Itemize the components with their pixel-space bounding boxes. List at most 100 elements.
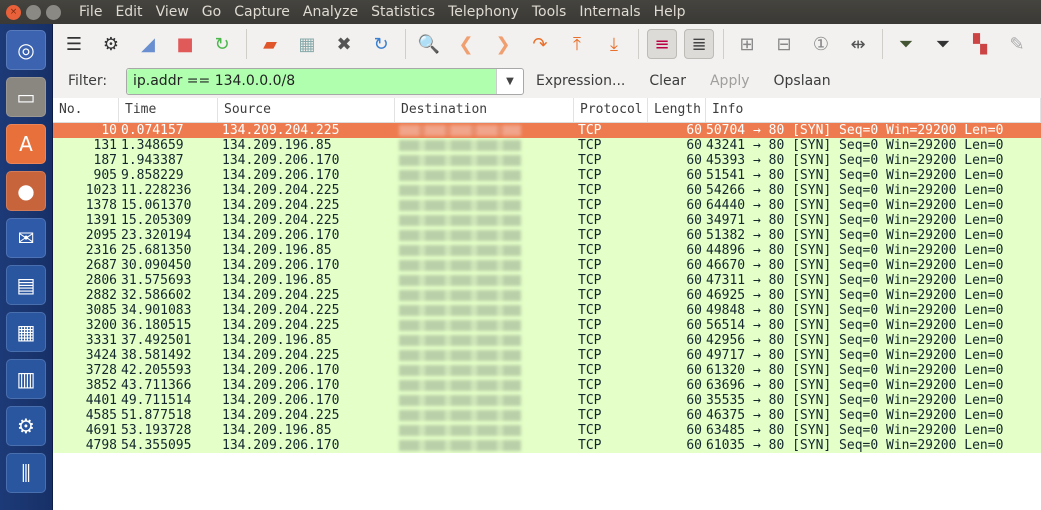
packet-protocol: TCP xyxy=(578,438,602,453)
expression-button[interactable]: Expression... xyxy=(536,73,625,89)
packet-row[interactable]: 1378 15.061370 134.209.204.225 TCP 60 64440 →… xyxy=(53,198,1041,213)
clear-button[interactable]: Clear xyxy=(649,73,686,89)
stop-capture-icon[interactable]: ■ xyxy=(170,29,200,59)
packet-row[interactable]: 2095 23.320194 134.209.206.170 TCP 60 51382 →… xyxy=(53,228,1041,243)
menu-edit[interactable]: Edit xyxy=(115,4,142,20)
auto-scroll-icon[interactable]: ≣ xyxy=(684,29,714,59)
packet-source: 134.209.196.85 xyxy=(222,423,332,438)
menu-internals[interactable]: Internals xyxy=(579,4,640,20)
packet-length: 60 xyxy=(686,243,702,258)
menu-help[interactable]: Help xyxy=(654,4,686,20)
column-header-info[interactable]: Info xyxy=(706,98,1041,122)
launcher-thunderbird-icon[interactable]: ✉ xyxy=(6,218,46,258)
launcher-libreoffice-impress-draw-icon[interactable]: ▤ xyxy=(6,265,46,305)
go-back-icon[interactable]: ❮ xyxy=(451,29,481,59)
zoom-in-icon[interactable]: ⊞ xyxy=(732,29,762,59)
packet-row[interactable]: 3200 36.180515 134.209.204.225 TCP 60 56514 →… xyxy=(53,318,1041,333)
packet-number: 4691 xyxy=(85,423,117,438)
packet-time: 43.711366 xyxy=(121,378,192,393)
menu-analyze[interactable]: Analyze xyxy=(303,4,358,20)
packet-info: 63696 → 80 [SYN] Seq=0 Win=29200 Len=0 xyxy=(706,378,1004,393)
menu-telephony[interactable]: Telephony xyxy=(448,4,519,20)
launcher-libreoffice-calc-icon[interactable]: ▦ xyxy=(6,312,46,352)
launcher-ubuntu-dash-icon[interactable]: ◎ xyxy=(6,30,46,70)
packet-row[interactable]: 2882 32.586602 134.209.204.225 TCP 60 46925 →… xyxy=(53,288,1041,303)
window-maximize-button[interactable] xyxy=(46,4,61,20)
filter-input[interactable] xyxy=(127,68,496,94)
menu-go[interactable]: Go xyxy=(202,4,221,20)
packet-row[interactable]: 2806 31.575693 134.209.196.85 TCP 60 47311 → … xyxy=(53,273,1041,288)
packet-destination xyxy=(395,303,574,318)
menu-tools[interactable]: Tools xyxy=(532,4,567,20)
launcher-files-icon[interactable]: ▭ xyxy=(6,77,46,117)
toolbar-separator xyxy=(246,29,247,59)
packet-row[interactable]: 4691 53.193728 134.209.196.85 TCP 60 63485 → … xyxy=(53,423,1041,438)
packet-row[interactable]: 10 0.074157 134.209.204.225 TCP 60 50704 → 80… xyxy=(53,123,1041,138)
launcher-system-settings-icon[interactable]: ⚙ xyxy=(6,406,46,446)
launcher-mixer-icon[interactable]: ⫼ xyxy=(6,453,46,493)
go-to-packet-icon[interactable]: ↷ xyxy=(525,29,555,59)
save-file-icon[interactable]: ▦ xyxy=(292,29,322,59)
packet-row[interactable]: 1391 15.205309 134.209.204.225 TCP 60 34971 →… xyxy=(53,213,1041,228)
chevron-down-icon[interactable]: ▼ xyxy=(496,68,523,94)
launcher-firefox-icon[interactable]: ● xyxy=(6,171,46,211)
coloring-rules-icon[interactable]: ▚ xyxy=(965,29,995,59)
packet-row[interactable]: 3424 38.581492 134.209.204.225 TCP 60 49717 →… xyxy=(53,348,1041,363)
packet-row[interactable]: 1023 11.228236 134.209.204.225 TCP 60 54266 →… xyxy=(53,183,1041,198)
packet-info: 34971 → 80 [SYN] Seq=0 Win=29200 Len=0 xyxy=(706,213,1004,228)
packet-destination xyxy=(395,438,574,453)
packet-time: 32.586602 xyxy=(121,288,192,303)
column-header-protocol[interactable]: Protocol xyxy=(574,98,648,122)
capture-filters-icon[interactable]: ⏷ xyxy=(891,29,921,59)
filter-combobox[interactable]: ▼ xyxy=(126,67,524,95)
column-header-destination[interactable]: Destination xyxy=(395,98,574,122)
restart-capture-icon[interactable]: ↻ xyxy=(207,29,237,59)
column-header-source[interactable]: Source xyxy=(218,98,395,122)
preferences-icon[interactable]: ✎ xyxy=(1002,29,1032,59)
reload-icon[interactable]: ↻ xyxy=(366,29,396,59)
launcher-software-center-icon[interactable]: A xyxy=(6,124,46,164)
packet-row[interactable]: 4585 51.877518 134.209.204.225 TCP 60 46375 →… xyxy=(53,408,1041,423)
window-minimize-button[interactable] xyxy=(26,4,41,20)
find-icon[interactable]: 🔍 xyxy=(414,29,444,59)
start-capture-icon[interactable]: ◢ xyxy=(133,29,163,59)
packet-time: 51.877518 xyxy=(121,408,192,423)
menu-statistics[interactable]: Statistics xyxy=(371,4,435,20)
packet-info: 63485 → 80 [SYN] Seq=0 Win=29200 Len=0 xyxy=(706,423,1004,438)
save-filter-button[interactable]: Opslaan xyxy=(774,73,831,89)
packet-row[interactable]: 2687 30.090450 134.209.206.170 TCP 60 46670 →… xyxy=(53,258,1041,273)
packet-row[interactable]: 3852 43.711366 134.209.206.170 TCP 60 63696 →… xyxy=(53,378,1041,393)
packet-protocol: TCP xyxy=(578,333,602,348)
packet-row[interactable]: 905 9.858229 134.209.206.170 TCP 60 51541 → 8… xyxy=(53,168,1041,183)
go-forward-icon[interactable]: ❯ xyxy=(488,29,518,59)
launcher-libreoffice-impress-icon[interactable]: ▥ xyxy=(6,359,46,399)
menu-view[interactable]: View xyxy=(156,4,189,20)
window-close-button[interactable]: × xyxy=(6,4,21,20)
packet-row[interactable]: 2316 25.681350 134.209.196.85 TCP 60 44896 → … xyxy=(53,243,1041,258)
column-header-no[interactable]: No. xyxy=(53,98,119,122)
display-filters-icon[interactable]: ⏷ xyxy=(928,29,958,59)
column-header-time[interactable]: Time xyxy=(119,98,218,122)
options-icon[interactable]: ⚙ xyxy=(96,29,126,59)
column-header-length[interactable]: Length xyxy=(648,98,706,122)
open-file-icon[interactable]: ▰ xyxy=(255,29,285,59)
first-packet-icon[interactable]: ⤒ xyxy=(562,29,592,59)
zoom-out-icon[interactable]: ⊟ xyxy=(769,29,799,59)
close-file-icon[interactable]: ✖ xyxy=(329,29,359,59)
packet-row[interactable]: 3331 37.492501 134.209.196.85 TCP 60 42956 → … xyxy=(53,333,1041,348)
packet-row[interactable]: 131 1.348659 134.209.196.85 TCP 60 43241 → 80… xyxy=(53,138,1041,153)
colorize-icon[interactable]: ≡ xyxy=(647,29,677,59)
menu-file[interactable]: File xyxy=(79,4,102,20)
last-packet-icon[interactable]: ⤓ xyxy=(599,29,629,59)
packet-row[interactable]: 4798 54.355095 134.209.206.170 TCP 60 61035 →… xyxy=(53,438,1041,453)
interfaces-icon[interactable]: ☰ xyxy=(59,29,89,59)
normal-size-icon[interactable]: ① xyxy=(806,29,836,59)
apply-button[interactable]: Apply xyxy=(710,73,750,89)
packet-length: 60 xyxy=(686,408,702,423)
packet-row[interactable]: 3728 42.205593 134.209.206.170 TCP 60 61320 →… xyxy=(53,363,1041,378)
resize-columns-icon[interactable]: ⇹ xyxy=(843,29,873,59)
packet-row[interactable]: 187 1.943387 134.209.206.170 TCP 60 45393 → 8… xyxy=(53,153,1041,168)
menu-capture[interactable]: Capture xyxy=(234,4,290,20)
packet-row[interactable]: 3085 34.901083 134.209.204.225 TCP 60 49848 →… xyxy=(53,303,1041,318)
packet-row[interactable]: 4401 49.711514 134.209.206.170 TCP 60 35535 →… xyxy=(53,393,1041,408)
